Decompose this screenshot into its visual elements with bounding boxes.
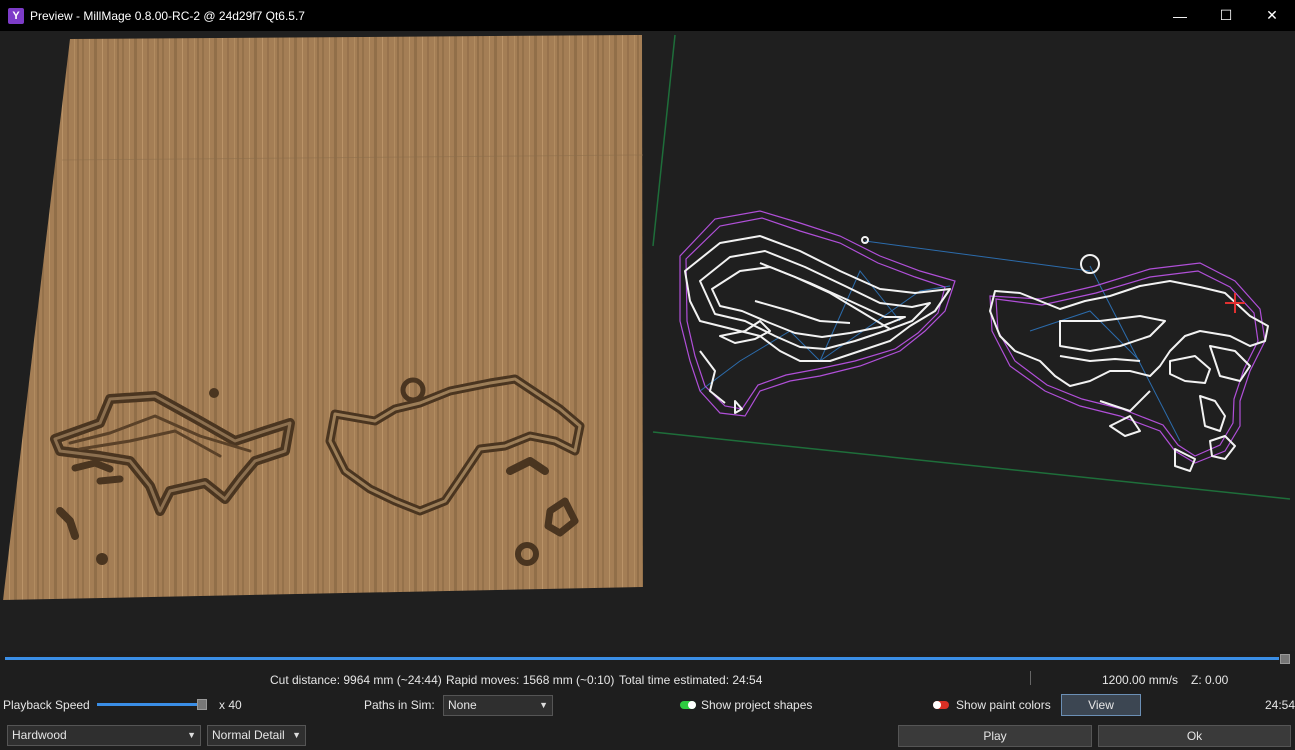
material-select[interactable]: Hardwood ▼ [7, 725, 201, 746]
material-value: Hardwood [12, 728, 67, 742]
play-button[interactable]: Play [898, 725, 1092, 747]
z-readout: Z: 0.00 [1191, 673, 1229, 687]
rapid-moves: Rapid moves: 1568 mm (~0:10) [446, 673, 615, 687]
cut-distance: Cut distance: 9964 mm (~24:44) [270, 673, 442, 687]
minimize-button[interactable]: — [1157, 0, 1203, 31]
close-button[interactable]: ✕ [1249, 0, 1295, 31]
title-bar: Y Preview - MillMage 0.8.00-RC-2 @ 24d29… [0, 0, 1295, 31]
preview-scene [3, 34, 1291, 600]
show-project-shapes-label: Show project shapes [701, 698, 813, 712]
show-paint-colors-label: Show paint colors [956, 698, 1051, 712]
playback-time: 24:54 [1265, 698, 1295, 712]
paths-in-sim-value: None [448, 698, 477, 712]
maximize-button[interactable]: ☐ [1203, 0, 1249, 31]
chevron-down-icon: ▼ [292, 730, 301, 740]
workspace-guides [652, 34, 1291, 500]
window-title: Preview - MillMage 0.8.00-RC-2 @ 24d29f7… [30, 8, 305, 23]
ok-button[interactable]: Ok [1098, 725, 1291, 747]
project-shapes [679, 210, 1266, 464]
total-time: Total time estimated: 24:54 [619, 673, 763, 687]
paths-in-sim-label: Paths in Sim: [364, 698, 435, 712]
feed-speed: 1200.00 mm/s [1102, 673, 1179, 687]
detail-select[interactable]: Normal Detail ▼ [207, 725, 306, 746]
chevron-down-icon: ▼ [187, 730, 196, 740]
playback-progress-handle[interactable] [1280, 654, 1290, 664]
show-paint-colors-toggle[interactable] [933, 701, 949, 709]
millmage-icon: Y [8, 7, 24, 24]
playback-speed-label: Playback Speed [3, 698, 90, 712]
rapid-moves [699, 240, 1181, 442]
detail-value: Normal Detail [212, 728, 285, 742]
playback-speed-handle[interactable] [197, 699, 207, 710]
preview-viewport[interactable] [0, 31, 1295, 651]
playback-multiplier: x 40 [219, 698, 242, 712]
stats-divider [1030, 671, 1031, 685]
toolpath-outlines [684, 235, 1269, 472]
playback-speed-slider[interactable] [97, 703, 197, 706]
chevron-down-icon: ▼ [539, 700, 548, 710]
view-button[interactable]: View [1061, 694, 1141, 716]
show-project-shapes-toggle[interactable] [680, 701, 696, 709]
paths-in-sim-select[interactable]: None ▼ [443, 695, 553, 716]
playback-progress-bar[interactable] [5, 657, 1279, 660]
